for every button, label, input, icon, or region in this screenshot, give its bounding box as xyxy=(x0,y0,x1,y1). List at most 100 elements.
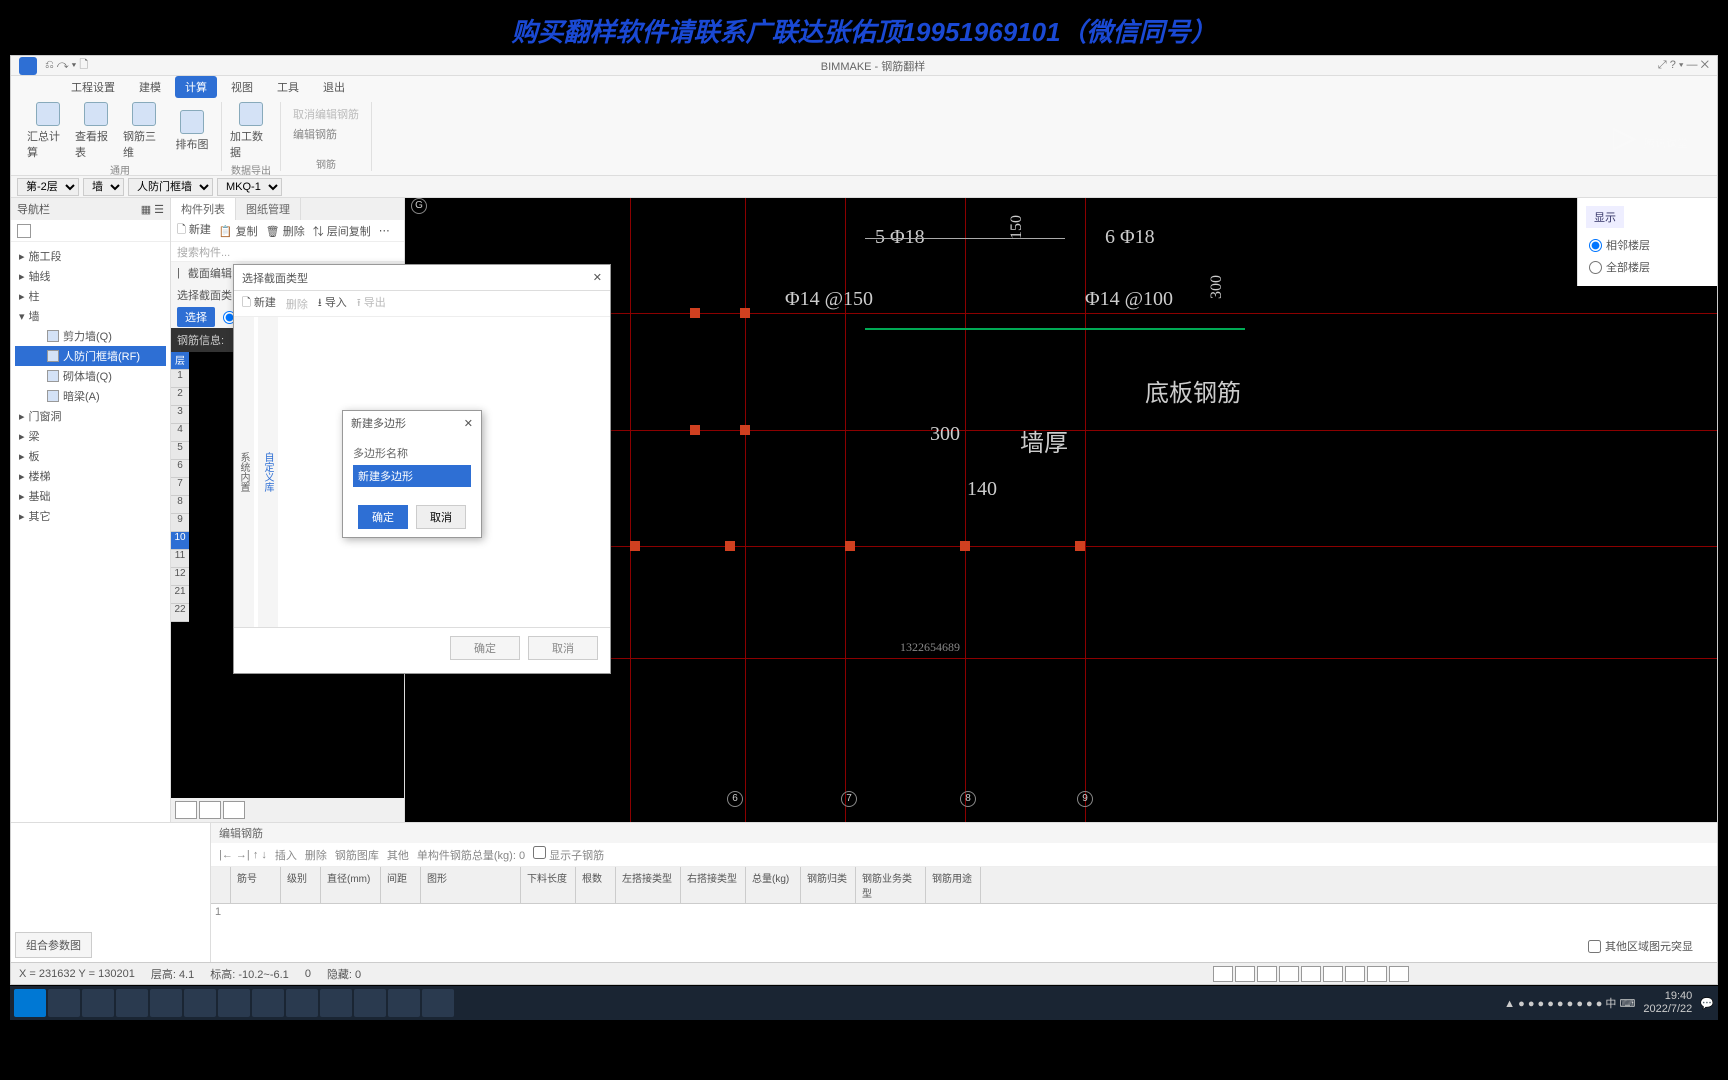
btn-insert[interactable]: 插入 xyxy=(275,847,297,863)
shape-l-icon[interactable] xyxy=(223,801,245,819)
side-custom[interactable]: 自定义库 xyxy=(258,317,278,627)
type-select[interactable]: 人防门框墙 xyxy=(128,178,213,196)
btn-rebar-3d[interactable]: 钢筋三维 xyxy=(123,102,165,160)
tree-leaf[interactable]: 剪力墙(Q) xyxy=(15,326,166,346)
taskbar-app[interactable] xyxy=(218,989,250,1017)
tree-node[interactable]: ▸ 轴线 xyxy=(15,266,166,286)
ok-button[interactable]: 确定 xyxy=(450,636,520,660)
item-select[interactable]: MKQ-1 xyxy=(217,178,282,196)
side-system[interactable]: 系统内置 xyxy=(234,317,254,627)
tab-drawings[interactable]: 图纸管理 xyxy=(236,198,301,220)
shape-line-icon[interactable] xyxy=(199,801,221,819)
tree-node[interactable]: ▸ 板 xyxy=(15,446,166,466)
taskbar-app[interactable] xyxy=(320,989,352,1017)
menu-exit[interactable]: 退出 xyxy=(313,76,355,98)
tool-icon[interactable] xyxy=(1367,966,1387,982)
tool-icon[interactable] xyxy=(1389,966,1409,982)
btn-rebar-lib[interactable]: 钢筋图库 xyxy=(335,847,379,863)
btn-new[interactable]: 🗋 新建 xyxy=(177,221,211,240)
tool-icon[interactable] xyxy=(1301,966,1321,982)
btn-report[interactable]: 查看报表 xyxy=(75,102,117,160)
cancel-button[interactable]: 取消 xyxy=(416,505,466,529)
tree-leaf[interactable]: 暗梁(A) xyxy=(15,386,166,406)
window-controls[interactable]: ⤢ ? ▾ — ✕ xyxy=(1658,59,1709,72)
btn-cancel-edit-rebar[interactable]: 取消编辑钢筋 xyxy=(293,106,359,122)
cancel-button[interactable]: 取消 xyxy=(528,636,598,660)
tab-combo-params[interactable]: 组合参数图 xyxy=(15,932,92,958)
taskbar-app[interactable] xyxy=(354,989,386,1017)
tool-icon[interactable] xyxy=(1345,966,1365,982)
rebar-table[interactable]: 筋号 级别 直径(mm) 间距 图形 下料长度 根数 左搭接类型 右搭接类型 总… xyxy=(211,867,1717,962)
tool-icon[interactable] xyxy=(1213,966,1233,982)
btn-del-section[interactable]: 删除 xyxy=(286,296,308,312)
menu-model[interactable]: 建模 xyxy=(129,76,171,98)
taskbar-app[interactable] xyxy=(286,989,318,1017)
btn-calc-all[interactable]: 汇总计算 xyxy=(27,102,69,160)
chk-highlight[interactable]: 其他区域图元突显 xyxy=(1584,934,1697,958)
taskbar-app[interactable] xyxy=(422,989,454,1017)
menubar: 工程设置 建模 计算 视图 工具 退出 xyxy=(11,76,1717,98)
select-button[interactable]: 选择 xyxy=(177,307,215,327)
ok-button[interactable]: 确定 xyxy=(358,505,408,529)
notification-icon[interactable]: 💬 xyxy=(1700,997,1714,1010)
close-icon[interactable]: ✕ xyxy=(464,417,473,430)
shape-rect-icon[interactable] xyxy=(175,801,197,819)
tree-node[interactable]: ▸ 柱 xyxy=(15,286,166,306)
quick-access-toolbar[interactable]: ⎌ ↷ ▾ 🗋 xyxy=(45,56,88,75)
tree-node[interactable]: ▸ 楼梯 xyxy=(15,466,166,486)
taskbar-app[interactable] xyxy=(116,989,148,1017)
btn-other[interactable]: 其他 xyxy=(387,847,409,863)
taskbar-app[interactable] xyxy=(150,989,182,1017)
btn-delete2[interactable]: 删除 xyxy=(305,847,327,863)
taskbar-app[interactable] xyxy=(388,989,420,1017)
system-tray[interactable]: ▲ ● ● ● ● ● ● ● ● ● 中 ⌨ 19:40 2022/7/22 … xyxy=(1504,990,1714,1016)
tree-node[interactable]: ▾ 墙 xyxy=(15,306,166,326)
shape-tools xyxy=(171,798,404,822)
tab-components[interactable]: 构件列表 xyxy=(171,198,236,220)
start-button[interactable] xyxy=(14,989,46,1017)
tree-node[interactable]: ▸ 施工段 xyxy=(15,246,166,266)
tree-leaf-selected[interactable]: 人防门框墙(RF) xyxy=(15,346,166,366)
menu-tools[interactable]: 工具 xyxy=(267,76,309,98)
tool-icon[interactable] xyxy=(1235,966,1255,982)
opt-adjacent[interactable]: 相邻楼层 xyxy=(1586,234,1709,256)
btn-copy[interactable]: 📋 复制 xyxy=(219,223,258,239)
tree-node[interactable]: ▸ 其它 xyxy=(15,506,166,526)
btn-export[interactable]: ⭱ 导出 xyxy=(357,294,386,313)
btn-import[interactable]: ⭳ 导入 xyxy=(318,294,347,313)
close-icon[interactable]: ✕ xyxy=(593,271,602,284)
tree-node[interactable]: ▸ 门窗洞 xyxy=(15,406,166,426)
polygon-name-input[interactable] xyxy=(353,465,471,487)
category-select[interactable]: 墙 xyxy=(83,178,124,196)
tool-icon[interactable] xyxy=(1279,966,1299,982)
tool-icon[interactable] xyxy=(1257,966,1277,982)
tree-node[interactable]: ▸ 梁 xyxy=(15,426,166,446)
menu-project[interactable]: 工程设置 xyxy=(61,76,125,98)
btn-layout[interactable]: 排布图 xyxy=(171,102,213,160)
taskbar-app[interactable] xyxy=(48,989,80,1017)
tool-icon[interactable] xyxy=(17,224,31,238)
btn-process-data[interactable]: 加工数据 xyxy=(230,102,272,160)
btn-new-section[interactable]: 🗋 新建 xyxy=(242,294,276,313)
menu-view[interactable]: 视图 xyxy=(221,76,263,98)
taskbar-app[interactable] xyxy=(184,989,216,1017)
tool-icon[interactable] xyxy=(1323,966,1343,982)
tree-node[interactable]: ▸ 基础 xyxy=(15,486,166,506)
btn-delete[interactable]: 🗑 删除 xyxy=(266,223,305,239)
clock[interactable]: 19:40 2022/7/22 xyxy=(1643,990,1692,1016)
btn-floor-copy[interactable]: ⇅ 层间复制 xyxy=(313,223,371,239)
search-input[interactable]: 搜索构件... xyxy=(171,242,404,262)
opt-all[interactable]: 全部楼层 xyxy=(1586,256,1709,278)
more-icon[interactable]: ⋯ xyxy=(379,224,390,237)
taskbar-app[interactable] xyxy=(82,989,114,1017)
coords-label: X = 231632 Y = 130201 xyxy=(19,968,135,980)
menu-calc[interactable]: 计算 xyxy=(175,76,217,98)
floor-select[interactable]: 第-2层 xyxy=(17,178,79,196)
tab-display[interactable]: 显示 xyxy=(1586,206,1624,228)
chk-show-child[interactable]: 显示子钢筋 xyxy=(533,846,604,863)
view-toggle-icon[interactable]: ▦ ☰ xyxy=(141,203,164,216)
btn-edit-rebar[interactable]: 编辑钢筋 xyxy=(293,126,359,142)
taskbar-app[interactable] xyxy=(252,989,284,1017)
total-weight-label: 单构件钢筋总量(kg): 0 xyxy=(417,847,525,863)
tree-leaf[interactable]: 砌体墙(Q) xyxy=(15,366,166,386)
